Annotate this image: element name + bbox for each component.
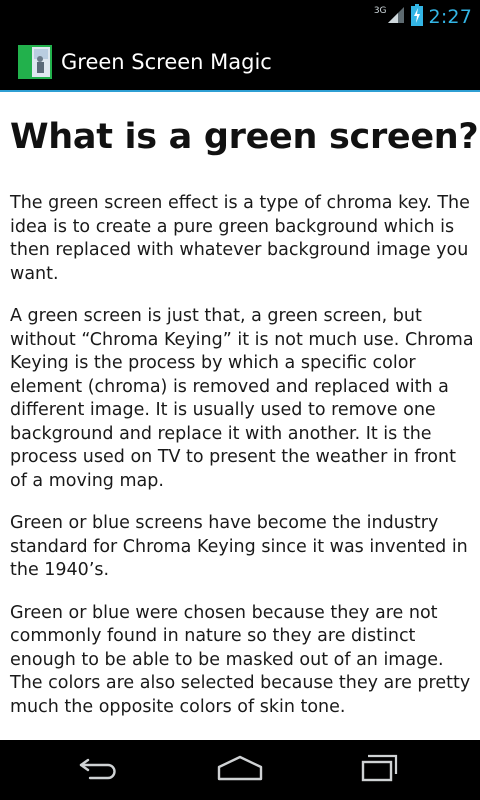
article-body: The green screen effect is a type of chr… — [10, 192, 474, 738]
action-bar: Green Screen Magic — [0, 34, 480, 90]
navigation-bar — [0, 740, 480, 800]
app-title: Green Screen Magic — [61, 50, 272, 74]
recent-apps-button[interactable] — [340, 750, 420, 790]
status-time: 2:27 — [428, 6, 472, 28]
screen: 3G 2:27 Green Screen Magic What is a gre… — [0, 0, 480, 800]
network-type-label: 3G — [373, 6, 387, 16]
battery-charging-icon — [410, 4, 423, 30]
status-bar: 3G 2:27 — [0, 0, 480, 34]
paragraph: Green or blue were chosen because they a… — [10, 602, 471, 717]
page-title: What is a green screen? — [10, 117, 479, 157]
paragraph: The green screen effect is a type of chr… — [10, 193, 470, 284]
app-icon[interactable] — [18, 45, 52, 79]
signal-icon — [387, 6, 405, 28]
paragraph: A green screen is just that, a green scr… — [10, 306, 474, 491]
content-area[interactable]: What is a green screen? The green screen… — [0, 92, 480, 740]
home-icon — [216, 755, 264, 785]
recent-apps-icon — [360, 754, 400, 786]
paragraph: Green or blue screens have become the in… — [10, 513, 468, 580]
home-button[interactable] — [200, 750, 280, 790]
back-icon — [78, 756, 122, 784]
status-icons: 3G 2:27 — [374, 0, 472, 34]
back-button[interactable] — [60, 750, 140, 790]
